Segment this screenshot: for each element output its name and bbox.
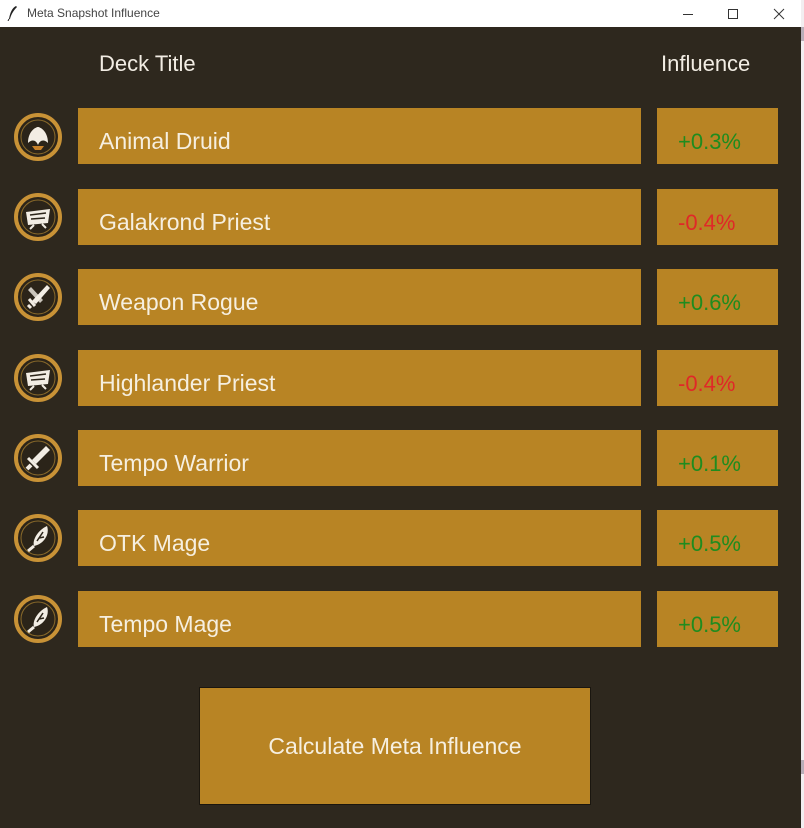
deck-name-otk-mage: OTK Mage (78, 510, 641, 566)
deck-name-weapon-rogue: Weapon Rogue (78, 269, 641, 325)
mage-class-icon (14, 514, 62, 562)
influence-tempo-mage: +0.5% (657, 591, 778, 647)
influence-otk-mage: +0.5% (657, 510, 778, 566)
feather-icon (7, 6, 17, 21)
window-title: Meta Snapshot Influence (27, 6, 160, 20)
influence-tempo-warrior: +0.1% (657, 430, 778, 486)
warrior-class-icon (14, 434, 62, 482)
influence-highlander-priest: -0.4% (657, 350, 778, 406)
priest-class-icon (14, 193, 62, 241)
deck-name-animal-druid: Animal Druid (78, 108, 641, 164)
influence-animal-druid: +0.3% (657, 108, 778, 164)
deck-name-tempo-warrior: Tempo Warrior (78, 430, 641, 486)
influence-header: Influence (661, 51, 751, 76)
maximize-icon (728, 8, 738, 19)
deck-name-galakrond-priest: Galakrond Priest (78, 189, 641, 245)
priest-class-icon (14, 354, 62, 402)
minimize-button[interactable] (665, 0, 711, 27)
minimize-icon (683, 13, 693, 15)
deck-name-tempo-mage: Tempo Mage (78, 591, 641, 647)
rogue-class-icon (14, 273, 62, 321)
influence-weapon-rogue: +0.6% (657, 269, 778, 325)
mage-class-icon (14, 595, 62, 643)
calculate-meta-influence-button[interactable]: Calculate Meta Influence (199, 687, 591, 805)
deck-title-header: Deck Title (99, 51, 196, 76)
close-icon (773, 8, 785, 19)
influence-galakrond-priest: -0.4% (657, 189, 778, 245)
deck-name-highlander-priest: Highlander Priest (78, 350, 641, 406)
close-button[interactable] (756, 0, 802, 27)
maximize-button[interactable] (710, 0, 756, 27)
druid-class-icon (14, 113, 62, 161)
window-titlebar: Meta Snapshot Influence (0, 0, 804, 27)
